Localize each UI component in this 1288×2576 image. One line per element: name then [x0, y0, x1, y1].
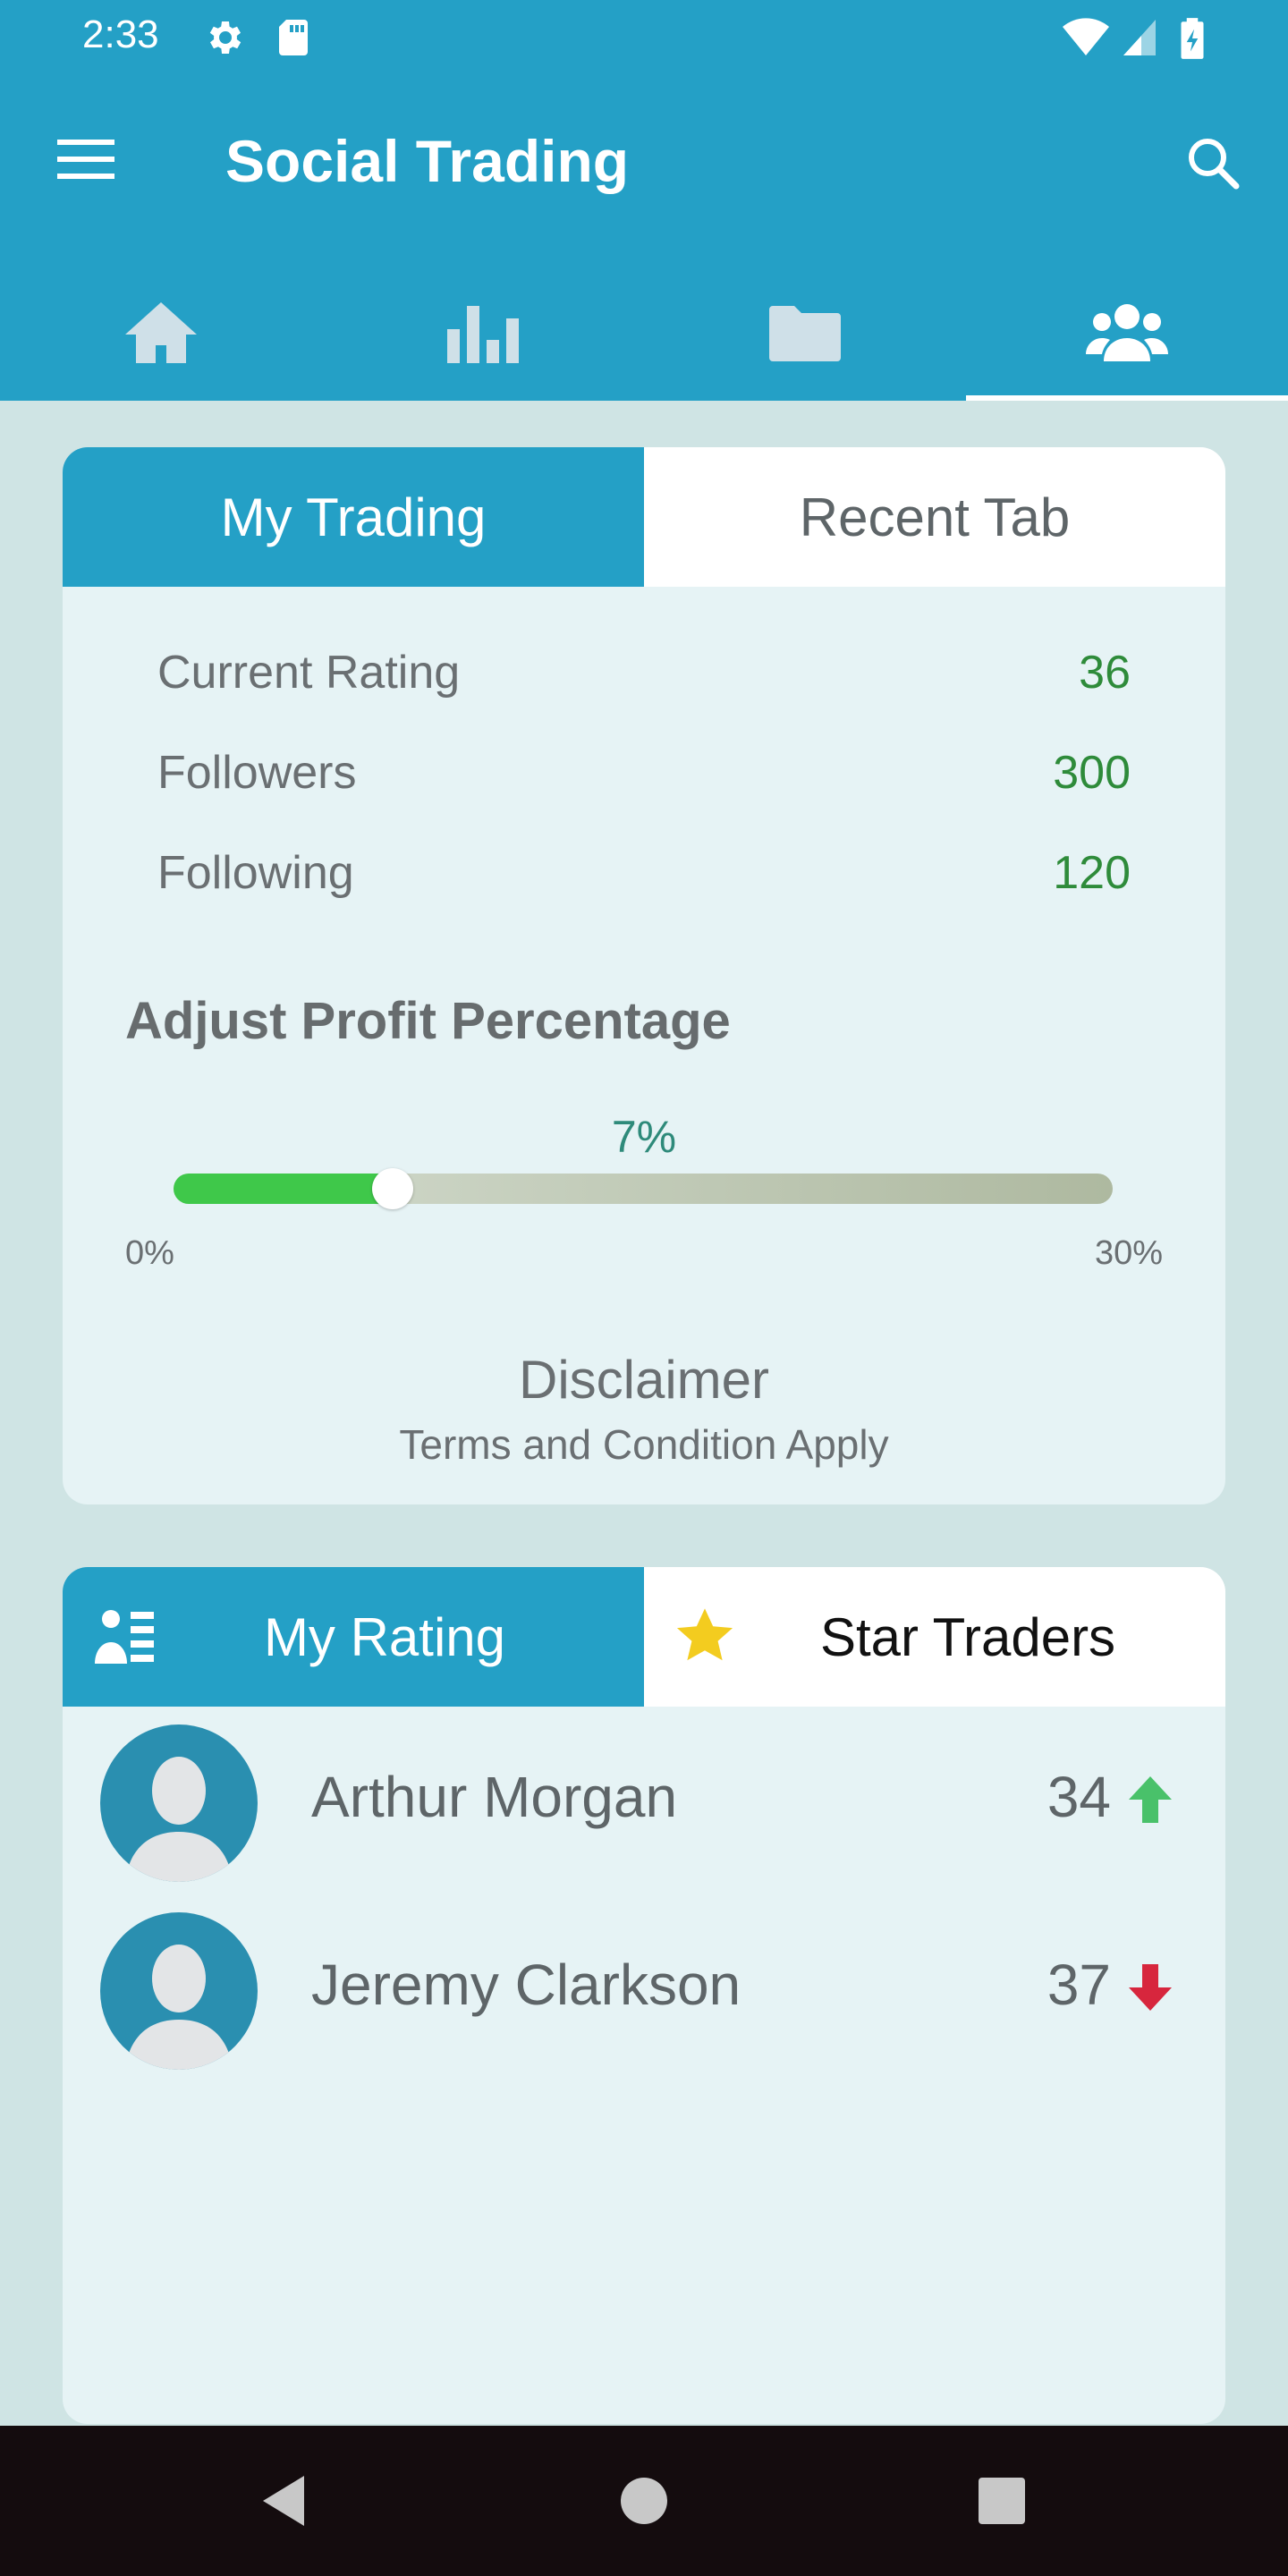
rating-list-icon — [93, 1606, 157, 1682]
list-item[interactable]: Arthur Morgan 34 — [63, 1707, 1225, 1882]
slider-value-label: 7% — [611, 1112, 677, 1162]
folder-icon — [766, 301, 844, 369]
tab-star-traders-label: Star Traders — [819, 1606, 1116, 1667]
tab-recent-label: Recent Tab — [799, 487, 1071, 547]
search-icon[interactable] — [1181, 131, 1245, 195]
hamburger-menu-icon[interactable] — [54, 134, 118, 184]
star-icon — [671, 1603, 739, 1683]
avatar — [100, 1724, 258, 1882]
arrow-down-icon — [1123, 1961, 1177, 2014]
profit-section-title: Adjust Profit Percentage — [125, 992, 731, 1050]
rating-card: My Rating Star Traders Arthur Morgan 34 … — [63, 1567, 1225, 2424]
tab-my-trading[interactable]: My Trading — [63, 447, 644, 587]
slider-thumb[interactable] — [372, 1168, 413, 1209]
current-rating-label: Current Rating — [157, 647, 461, 699]
trader-name: Arthur Morgan — [311, 1765, 678, 1829]
people-icon — [1086, 301, 1168, 369]
slider-max-label: 30% — [1094, 1234, 1163, 1272]
sd-card-icon — [274, 16, 313, 64]
status-bar: 2:33 — [0, 0, 1288, 75]
status-time: 2:33 — [82, 13, 159, 56]
disclaimer-title: Disclaimer — [518, 1350, 770, 1410]
page-title: Social Trading — [225, 128, 630, 194]
signal-icon — [1120, 16, 1159, 64]
followers-value: 300 — [1053, 747, 1131, 799]
trader-score: 37 — [1046, 1953, 1111, 2017]
tab-my-trading-label: My Trading — [220, 487, 487, 547]
tab-recent[interactable]: Recent Tab — [644, 447, 1225, 587]
tab-analytics[interactable] — [322, 268, 644, 401]
tab-home[interactable] — [0, 268, 322, 401]
tab-my-rating[interactable]: My Rating — [63, 1567, 644, 1707]
following-value: 120 — [1053, 847, 1131, 899]
home-icon — [122, 299, 200, 371]
tab-my-rating-label: My Rating — [263, 1606, 506, 1667]
list-item[interactable]: Jeremy Clarkson 37 — [63, 1894, 1225, 2070]
system-nav-bar — [0, 2426, 1288, 2576]
wifi-icon — [1061, 16, 1111, 64]
recents-icon[interactable] — [964, 2463, 1039, 2538]
disclaimer-link[interactable]: Terms and Condition Apply — [63, 1420, 1225, 1469]
avatar — [100, 1912, 258, 2070]
battery-icon — [1179, 16, 1206, 65]
slider-min-label: 0% — [125, 1234, 174, 1272]
bar-chart-icon — [444, 301, 522, 369]
slider-fill — [174, 1174, 393, 1204]
current-rating-value: 36 — [1079, 647, 1131, 699]
trader-score: 34 — [1046, 1765, 1111, 1829]
gear-icon — [202, 16, 245, 64]
tab-social[interactable] — [966, 268, 1288, 401]
profit-slider[interactable] — [174, 1168, 1113, 1209]
app-bar: 2:33 Social Trading — [0, 0, 1288, 401]
following-label: Following — [157, 847, 354, 899]
back-icon[interactable] — [249, 2463, 324, 2538]
tab-star-traders[interactable]: Star Traders — [644, 1567, 1225, 1707]
trading-card: My Trading Recent Tab Current Rating 36 … — [63, 447, 1225, 1504]
trader-name: Jeremy Clarkson — [311, 1953, 741, 2017]
home-nav-icon[interactable] — [606, 2463, 682, 2538]
tab-portfolio[interactable] — [644, 268, 966, 401]
followers-label: Followers — [157, 747, 357, 799]
arrow-up-icon — [1123, 1773, 1177, 1826]
